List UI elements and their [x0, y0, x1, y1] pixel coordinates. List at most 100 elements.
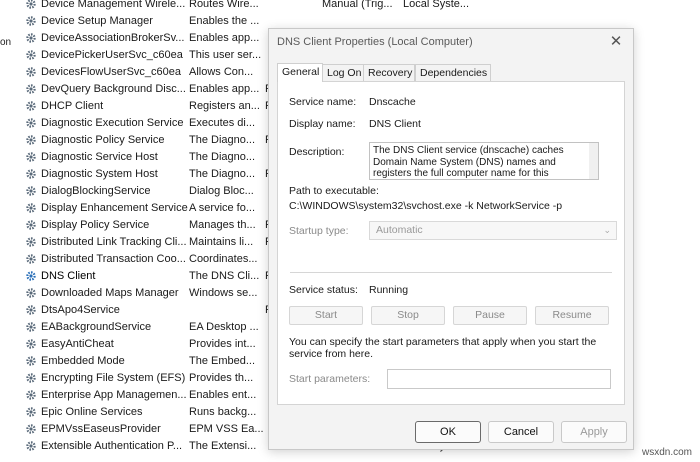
display-name-value: DNS Client	[369, 118, 421, 130]
service-name-cell: Device Management Wirele...	[41, 0, 186, 10]
service-description-cell: Provides int...	[189, 338, 256, 350]
service-description-cell: The Embed...	[189, 355, 256, 367]
path-value: C:\WINDOWS\system32\svchost.exe -k Netwo…	[289, 200, 563, 212]
service-status-label: Service status:	[289, 284, 358, 296]
service-name-cell: Downloaded Maps Manager	[41, 287, 179, 299]
start-params-input[interactable]	[387, 369, 611, 389]
service-name-cell: Embedded Mode	[41, 355, 125, 367]
gear-icon	[25, 185, 37, 197]
gear-icon	[25, 338, 37, 350]
service-name-cell: DeviceAssociationBrokerSv...	[41, 32, 185, 44]
service-description-cell: A service fo...	[189, 202, 256, 214]
gear-icon	[25, 270, 37, 282]
start-button[interactable]: Start	[289, 306, 363, 325]
pause-button[interactable]: Pause	[453, 306, 527, 325]
dns-client-properties-dialog: DNS Client Properties (Local Computer) ✕…	[268, 28, 634, 450]
service-description-cell: Runs backg...	[189, 406, 257, 418]
gear-icon	[25, 66, 37, 78]
service-description-cell: EPM VSS Ea...	[189, 423, 263, 435]
service-status-value: Running	[369, 284, 409, 296]
startup-type-label: Startup type:	[289, 225, 349, 237]
service-row[interactable]: Device Management Wirele... Routes Wire..…	[22, 0, 700, 13]
cancel-button[interactable]: Cancel	[488, 421, 554, 443]
service-name-cell: Device Setup Manager	[41, 15, 153, 27]
gear-icon	[25, 321, 37, 333]
tab-dependencies[interactable]: Dependencies	[415, 64, 491, 82]
service-startup-cell: Manual (Trig...	[322, 0, 393, 10]
gear-icon	[25, 372, 37, 384]
service-name-cell: Extensible Authentication P...	[41, 440, 183, 452]
description-scrollbar[interactable]	[589, 143, 598, 179]
service-description-cell: Executes di...	[189, 117, 256, 129]
start-params-hint: You can specify the start parameters tha…	[289, 336, 597, 360]
service-name-cell: EABackgroundService	[41, 321, 152, 333]
service-name-cell: DtsApo4Service	[41, 304, 120, 316]
service-description-cell: Dialog Bloc...	[189, 185, 254, 197]
service-name-cell: Encrypting File System (EFS)	[41, 372, 186, 384]
gear-icon	[25, 423, 37, 435]
gear-icon	[25, 134, 37, 146]
service-name-cell: EasyAntiCheat	[41, 338, 114, 350]
gear-icon	[25, 168, 37, 180]
service-name-cell: Display Policy Service	[41, 219, 150, 231]
gear-icon	[25, 440, 37, 452]
service-description-cell: The Diagno...	[189, 168, 256, 180]
service-description-cell: Maintains li...	[189, 236, 254, 248]
service-description-cell: Routes Wire...	[189, 0, 259, 10]
service-name-cell: EPMVssEaseusProvider	[41, 423, 161, 435]
service-name-cell: Diagnostic System Host	[41, 168, 158, 180]
service-name-cell: DialogBlockingService	[41, 185, 151, 197]
service-name-cell: Distributed Transaction Coo...	[41, 253, 186, 265]
gear-icon	[25, 219, 37, 231]
gear-icon	[25, 15, 37, 27]
gear-icon	[25, 202, 37, 214]
start-params-label: Start parameters:	[289, 373, 371, 385]
service-description-cell: Enables the ...	[189, 15, 260, 27]
service-description-cell: Enables app...	[189, 32, 260, 44]
apply-button[interactable]: Apply	[561, 421, 627, 443]
service-name-cell: Display Enhancement Service	[41, 202, 188, 214]
service-name-cell: DHCP Client	[41, 100, 104, 112]
resume-button[interactable]: Resume	[535, 306, 609, 325]
service-name-label: Service name:	[289, 96, 357, 108]
gear-icon	[25, 406, 37, 418]
gear-icon	[25, 236, 37, 248]
service-description-cell: Registers an...	[189, 100, 260, 112]
dialog-title: DNS Client Properties (Local Computer)	[277, 36, 473, 48]
startup-type-select[interactable]: Automatic ⌄	[369, 221, 617, 240]
gear-icon	[25, 253, 37, 265]
gear-icon	[25, 83, 37, 95]
description-box[interactable]: The DNS Client service (dnscache) caches…	[369, 142, 599, 180]
gear-icon	[25, 0, 37, 10]
service-name-cell: Diagnostic Policy Service	[41, 134, 165, 146]
service-description-cell: Coordinates...	[189, 253, 258, 265]
service-logon-cell: Local Syste...	[403, 0, 470, 10]
service-name-cell: DNS Client	[41, 270, 96, 282]
chevron-down-icon: ⌄	[603, 225, 611, 235]
gear-icon	[25, 117, 37, 129]
service-description-cell: The DNS Cli...	[189, 270, 260, 282]
tab-recovery[interactable]: Recovery	[363, 64, 415, 82]
ok-button[interactable]: OK	[415, 421, 481, 443]
gear-icon	[25, 100, 37, 112]
tab-log-on[interactable]: Log On	[322, 64, 364, 82]
service-name-value: Dnscache	[369, 96, 416, 108]
service-name-cell: Diagnostic Service Host	[41, 151, 158, 163]
gear-icon	[25, 355, 37, 367]
tab-general[interactable]: General	[277, 63, 323, 82]
service-name-cell: Distributed Link Tracking Cli...	[41, 236, 187, 248]
service-name-cell: Enterprise App Managemen...	[41, 389, 187, 401]
general-panel: Service name: Dnscache Display name: DNS…	[277, 81, 625, 405]
service-name-cell: Epic Online Services	[41, 406, 143, 418]
service-description-cell: EA Desktop ...	[189, 321, 259, 333]
close-icon[interactable]: ✕	[605, 31, 627, 53]
service-description-cell: The Extensi...	[189, 440, 257, 452]
divider	[290, 272, 612, 273]
gear-icon	[25, 304, 37, 316]
stop-button[interactable]: Stop	[371, 306, 445, 325]
path-label: Path to executable:	[289, 185, 379, 197]
gear-icon	[25, 389, 37, 401]
startup-type-value: Automatic	[376, 224, 423, 236]
display-name-label: Display name:	[289, 118, 356, 130]
service-description-cell: Enables ent...	[189, 389, 257, 401]
